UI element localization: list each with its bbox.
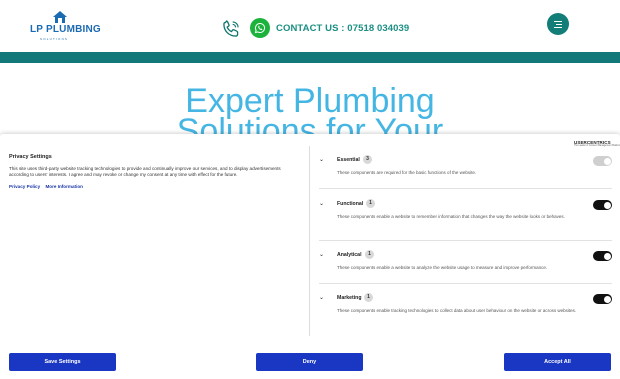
logo-tagline: SOLUTIONS [40,37,69,41]
category-separator [319,283,612,284]
category-count-badge: 1 [366,199,375,208]
logo-text: LP PLUMBING [30,24,101,35]
essential-toggle [593,156,612,166]
chevron-down-icon[interactable]: ⌄ [319,294,324,301]
chevron-down-icon[interactable]: ⌄ [319,156,324,163]
privacy-settings-dialog: Privacy Settings This site uses third-pa… [0,134,620,379]
category-description: These components enable a website to ana… [337,265,548,270]
phone-icon[interactable] [221,19,241,39]
usercentrics-logo: USERCENTRICS The Leader in Consent Manag… [574,140,620,150]
whatsapp-glyph-icon [254,22,266,34]
contact-phone-link[interactable]: CONTACT US : 07518 034039 [276,23,409,34]
deny-button[interactable]: Deny [256,353,363,371]
category-name: Marketing [337,295,362,301]
privacy-policy-link[interactable]: Privacy Policy [9,184,40,189]
accept-all-button[interactable]: Accept All [504,353,611,371]
privacy-info: Privacy Settings This site uses third-pa… [9,154,294,189]
privacy-title: Privacy Settings [9,154,52,160]
marketing-toggle[interactable] [593,294,612,304]
category-count-badge: 1 [365,250,374,259]
site-header: LP PLUMBING SOLUTIONS CONTACT US : 07518… [0,0,620,52]
house-icon [53,11,67,23]
chevron-down-icon[interactable]: ⌄ [319,200,324,207]
category-separator [319,240,612,241]
category-count-badge: 3 [363,155,372,164]
hamburger-icon [554,19,562,30]
category-separator [319,188,612,189]
category-description: These components enable tracking technol… [337,308,577,313]
header-accent-bar [0,52,620,63]
more-information-link[interactable]: More Information [45,184,83,189]
chevron-down-icon[interactable]: ⌄ [319,251,324,258]
category-name: Functional [337,201,364,207]
site-logo[interactable]: LP PLUMBING SOLUTIONS [30,10,101,41]
category-name: Analytical [337,252,362,258]
usercentrics-tagline: The Leader in Consent Management Platfor… [574,145,620,147]
column-divider [309,146,310,336]
category-description: These components enable a website to rem… [337,214,565,219]
functional-toggle[interactable] [593,200,612,210]
privacy-links: Privacy Policy More Information [9,184,294,189]
menu-button[interactable] [547,13,569,35]
category-name: Essential [337,157,360,163]
privacy-description: This site uses third-party website track… [9,166,281,177]
category-description: These components are required for the ba… [337,170,477,175]
analytical-toggle[interactable] [593,251,612,261]
category-count-badge: 1 [364,293,373,302]
whatsapp-icon[interactable] [250,18,270,38]
save-settings-button[interactable]: Save Settings [9,353,116,371]
